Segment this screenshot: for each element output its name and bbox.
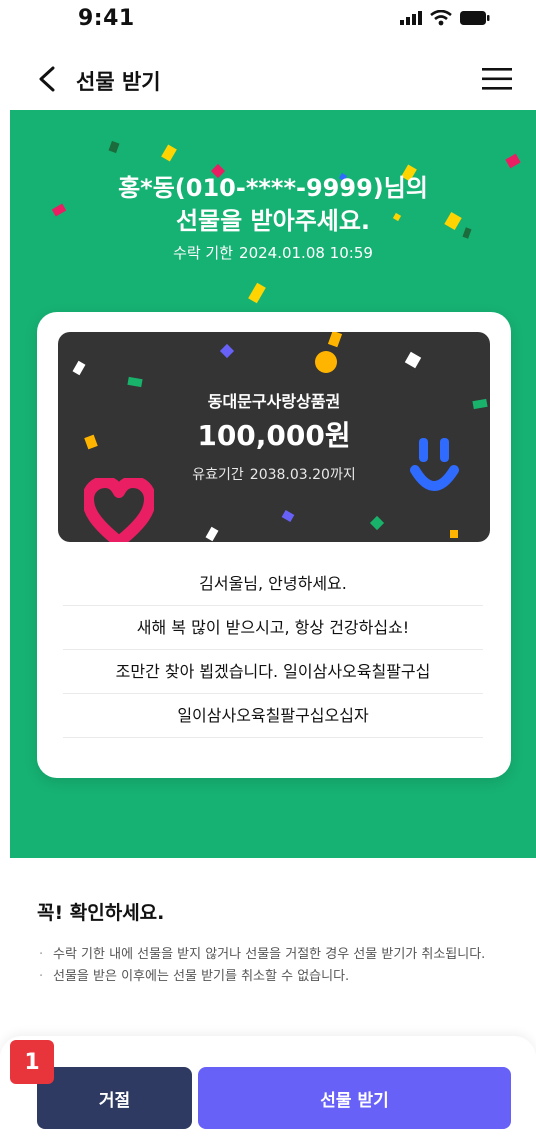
validity-value: 2038.03.20까지 <box>249 467 356 483</box>
battery-icon <box>460 11 490 25</box>
reject-button[interactable]: 거절 <box>37 1067 192 1129</box>
gift-card: 동대문구사랑상품권 100,000원 유효기간 2038.03.20까지 김서울님… <box>37 312 511 778</box>
status-icons <box>400 10 490 26</box>
accept-gift-button[interactable]: 선물 받기 <box>198 1067 511 1129</box>
step-badge: 1 <box>10 1040 54 1084</box>
wifi-icon <box>430 10 452 26</box>
deadline-value: 2024.01.08 10:59 <box>239 244 373 262</box>
notice-item: 수락 기한 내에 선물을 받지 않거나 선물을 거절한 경우 선물 받기가 취소… <box>37 944 507 966</box>
menu-button[interactable] <box>480 64 514 94</box>
voucher-name: 동대문구사랑상품권 <box>207 392 341 411</box>
gift-sender-line: 홍*동(010-****-9999)님의 <box>118 174 428 202</box>
cellular-signal-icon <box>400 11 422 25</box>
nav-bar: 선물 받기 <box>0 48 536 110</box>
message-line: 조만간 찾아 뵙겠습니다. 일이삼사오육칠팔구십 <box>63 650 483 694</box>
gift-message: 김서울님, 안녕하세요. 새해 복 많이 받으시고, 항상 건강하십쇼! 조만간… <box>63 562 483 738</box>
gift-hero: 홍*동(010-****-9999)님의 선물을 받아주세요. 수락 기한 202… <box>10 110 536 858</box>
voucher-validity: 유효기간 2038.03.20까지 <box>58 464 490 484</box>
notice-list: 수락 기한 내에 선물을 받지 않거나 선물을 거절한 경우 선물 받기가 취소… <box>37 944 507 988</box>
voucher-amount: 100,000원 <box>197 419 351 452</box>
page-title: 선물 받기 <box>76 70 161 94</box>
deadline-label: 수락 기한 <box>173 244 234 262</box>
hamburger-menu-icon <box>482 68 512 90</box>
heart-icon <box>84 478 154 542</box>
message-line: 김서울님, 안녕하세요. <box>63 562 483 606</box>
voucher-card: 동대문구사랑상품권 100,000원 유효기간 2038.03.20까지 <box>58 332 490 542</box>
validity-label: 유효기간 <box>192 467 244 483</box>
status-bar: 9:41 <box>0 0 536 42</box>
bottom-action-bar: 거절 선물 받기 <box>0 1036 536 1147</box>
gift-sender-title: 홍*동(010-****-9999)님의 선물을 받아주세요. <box>10 172 536 238</box>
status-time: 9:41 <box>78 6 135 31</box>
notice-title: 꼭! 확인하세요. <box>37 902 165 924</box>
gift-request-line: 선물을 받아주세요. <box>175 207 371 235</box>
back-arrow-icon <box>39 66 55 92</box>
message-line: 일이삼사오육칠팔구십오십자 <box>63 694 483 738</box>
back-button[interactable] <box>30 62 64 96</box>
message-line: 새해 복 많이 받으시고, 항상 건강하십쇼! <box>63 606 483 650</box>
accept-deadline: 수락 기한 2024.01.08 10:59 <box>10 242 536 263</box>
notice-item: 선물을 받은 이후에는 선물 받기를 취소할 수 없습니다. <box>37 966 507 988</box>
